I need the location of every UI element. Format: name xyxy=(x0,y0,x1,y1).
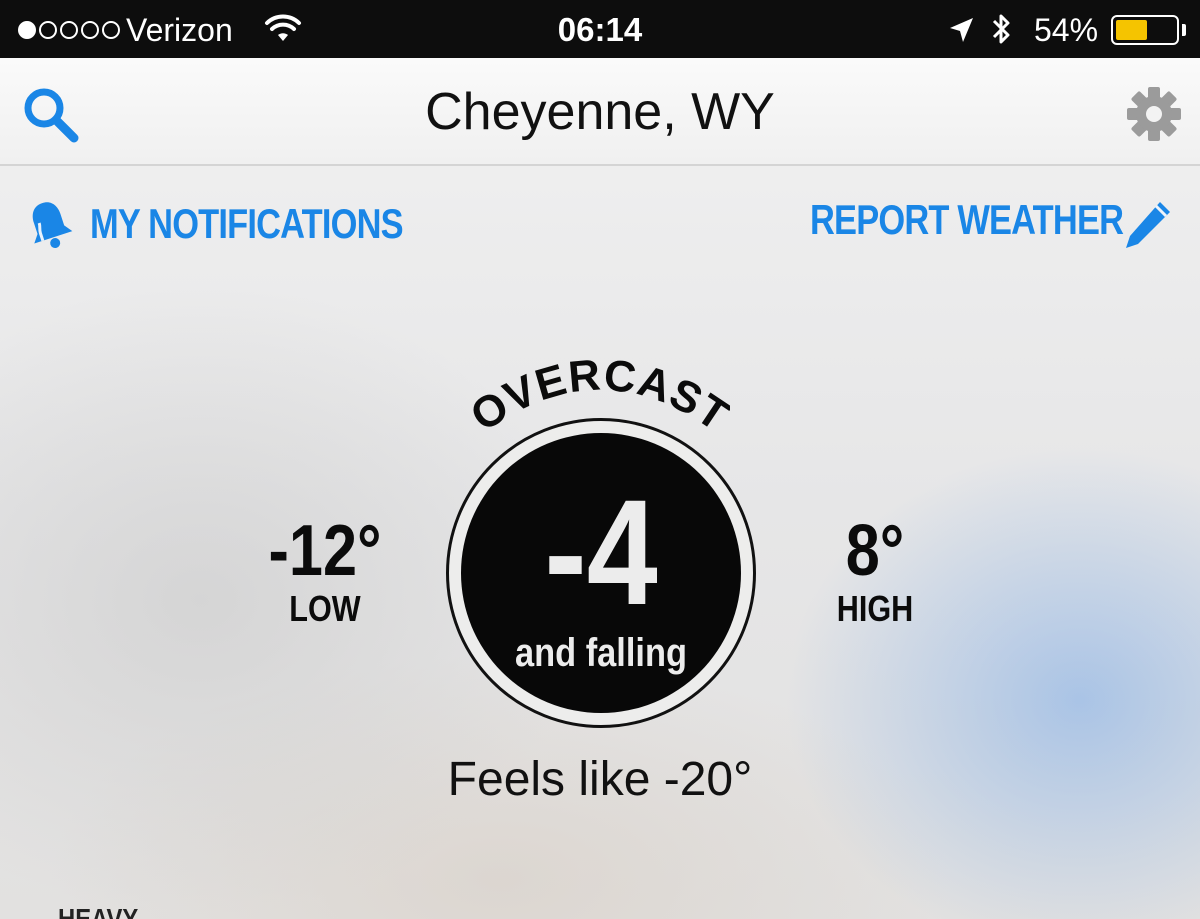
high-temperature-label: HIGH xyxy=(836,588,914,629)
battery-icon xyxy=(1111,15,1179,45)
current-temperature: -4 xyxy=(544,468,658,636)
temperature-dial-face: -4 and falling xyxy=(461,433,741,713)
report-weather-label: REPORT WEATHER xyxy=(810,196,1124,243)
my-notifications-button[interactable]: MY NOTIFICATIONS xyxy=(22,196,471,252)
high-temperature-value: 8° xyxy=(845,511,905,591)
low-temperature-label: LOW xyxy=(289,588,361,629)
battery-nub xyxy=(1182,24,1186,36)
low-temperature-value: -12° xyxy=(268,511,382,591)
battery-level xyxy=(1116,20,1148,40)
status-time: 06:14 xyxy=(557,11,643,48)
weather-app-screen: Verizon 06:14 54% Cheyenne, WY MY NOTIFI… xyxy=(0,0,1200,919)
gear-icon[interactable] xyxy=(1126,86,1182,142)
pencil-icon[interactable] xyxy=(1120,196,1176,252)
feels-like: Feels like -20° xyxy=(447,753,753,806)
location-title[interactable]: Cheyenne, WY xyxy=(0,82,1200,142)
my-notifications-label: MY NOTIFICATIONS xyxy=(90,200,404,247)
status-bar: Verizon 06:14 54% xyxy=(0,0,1200,58)
temperature-trend: and falling xyxy=(515,631,687,675)
nav-bar: Cheyenne, WY xyxy=(0,58,1200,166)
low-temperature: -12° LOW xyxy=(250,515,400,627)
high-temperature: 8° HIGH xyxy=(800,515,950,627)
temperature-dial: -4 and falling xyxy=(446,418,756,728)
bluetooth-icon xyxy=(992,14,1010,44)
location-arrow-icon xyxy=(950,18,973,42)
precipitation-label: HEAVY xyxy=(58,903,139,919)
battery-percent: 54% xyxy=(1034,12,1099,48)
bell-icon xyxy=(32,202,73,249)
